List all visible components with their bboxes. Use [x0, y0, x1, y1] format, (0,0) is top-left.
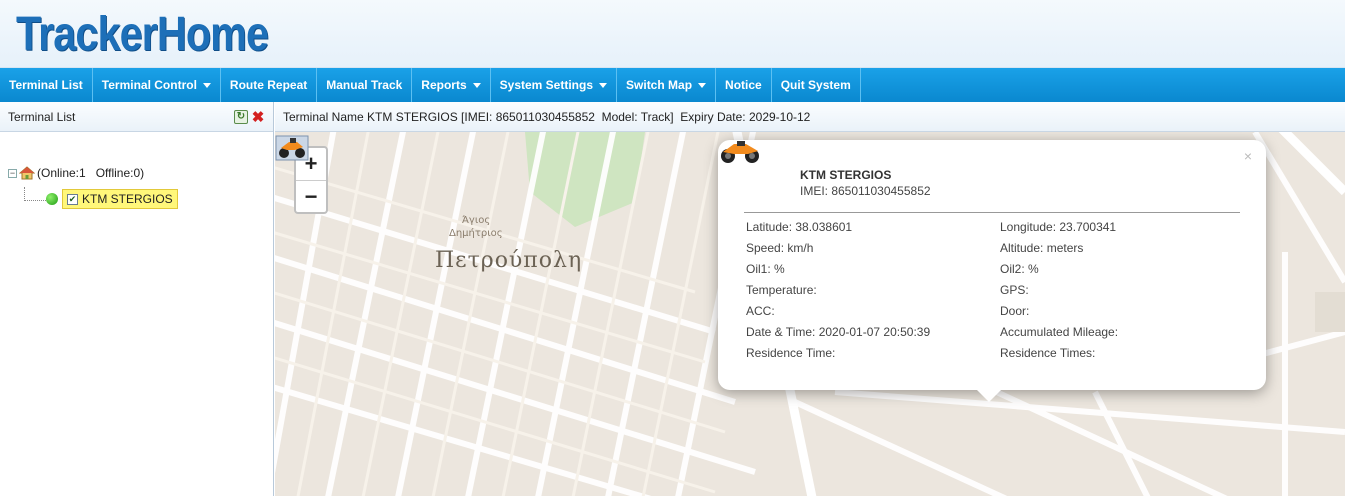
nav-quit-system[interactable]: Quit System [772, 68, 861, 102]
main-panel: Terminal Name KTM STERGIOS [IMEI: 865011… [275, 102, 1345, 496]
map-district-label: Πετρούπολη [435, 248, 583, 273]
refresh-icon[interactable]: ↻ [234, 109, 248, 124]
nav-notice[interactable]: Notice [716, 68, 772, 102]
zoom-out-button[interactable]: − [296, 180, 326, 212]
close-icon[interactable]: × [1244, 148, 1252, 164]
tree-device-row[interactable]: ✔ KTM STERGIOS [8, 187, 178, 210]
nav-manual-track[interactable]: Manual Track [317, 68, 413, 102]
nav-label: Terminal List [9, 78, 83, 92]
nav-label: System Settings [499, 78, 594, 92]
app-logo: TrackerHome [16, 8, 269, 61]
nav-system-settings[interactable]: System Settings [491, 68, 618, 102]
caret-down-icon [698, 82, 707, 88]
tree-group-label: (Online:1 Offline:0) [37, 166, 145, 180]
nav-label: Reports [421, 78, 467, 92]
nav-label: Notice [725, 78, 762, 92]
field-date-time: Date & Time: 2020-01-07 20:50:39 [746, 325, 931, 339]
map-view[interactable]: Άγιος Δημήτριος Πετρούπολη + − × KTM STE… [275, 132, 1345, 496]
nav-terminal-control[interactable]: Terminal Control [93, 68, 221, 102]
field-door: Door: [1000, 304, 1030, 318]
main-nav: Terminal List Terminal Control Route Rep… [0, 68, 1345, 102]
terminal-list-title: Terminal List [8, 109, 76, 124]
field-oil2: Oil2: % [1000, 262, 1039, 276]
field-altitude: Altitude: meters [1000, 241, 1084, 255]
nav-route-repeat[interactable]: Route Repeat [221, 68, 318, 102]
field-accumulated-mileage: Accumulated Mileage: [1000, 325, 1119, 339]
nav-switch-map[interactable]: Switch Map [617, 68, 717, 102]
terminal-list-header: Terminal List ↻ ✖ [0, 102, 273, 132]
nav-label: Terminal Control [101, 78, 197, 92]
field-speed: Speed: km/h [746, 241, 814, 255]
motorcycle-icon [721, 141, 759, 163]
terminal-tree: − (Online:1 Offline:0) ✔ KTM STERGIOS [8, 162, 178, 210]
nav-terminal-list[interactable]: Terminal List [0, 68, 93, 102]
home-icon [19, 166, 35, 180]
vehicle-info-popup: × KTM STERGIOS IMEI: 865011030455852 Lat… [718, 140, 1266, 402]
nav-label: Quit System [780, 78, 851, 92]
device-node[interactable]: ✔ KTM STERGIOS [62, 189, 178, 209]
map-place-label: Άγιος [462, 215, 491, 226]
tree-group-row[interactable]: − (Online:1 Offline:0) [8, 162, 178, 184]
terminal-info-bar: Terminal Name KTM STERGIOS [IMEI: 865011… [275, 102, 1345, 132]
popup-pointer [975, 388, 1003, 402]
terminal-info-text: Terminal Name KTM STERGIOS [IMEI: 865011… [283, 109, 811, 124]
online-status-icon [46, 193, 58, 205]
field-acc: ACC: [746, 304, 775, 318]
popup-divider [744, 212, 1240, 213]
device-checkbox[interactable]: ✔ [67, 193, 78, 205]
nav-label: Switch Map [626, 78, 693, 92]
nav-label: Manual Track [326, 78, 403, 92]
field-longitude: Longitude: 23.700341 [1000, 220, 1117, 234]
field-temperature: Temperature: [746, 283, 817, 297]
tree-connector [24, 187, 46, 201]
popup-vehicle-name: KTM STERGIOS [800, 168, 892, 182]
caret-down-icon [599, 82, 608, 88]
collapse-icon[interactable]: − [8, 168, 17, 178]
device-name: KTM STERGIOS [82, 192, 173, 206]
nav-reports[interactable]: Reports [412, 68, 491, 102]
header: TrackerHome [0, 0, 1345, 68]
caret-down-icon [202, 82, 211, 88]
popup-imei: IMEI: 865011030455852 [800, 184, 931, 198]
caret-down-icon [472, 82, 481, 88]
map-place-label: Δημήτριος [449, 228, 503, 239]
field-oil1: Oil1: % [746, 262, 785, 276]
field-residence-times: Residence Times: [1000, 346, 1096, 360]
delete-icon[interactable]: ✖ [251, 109, 265, 126]
field-residence-time: Residence Time: [746, 346, 836, 360]
vehicle-marker-icon[interactable] [275, 132, 309, 162]
field-gps: GPS: [1000, 283, 1029, 297]
field-latitude: Latitude: 38.038601 [746, 220, 853, 234]
nav-label: Route Repeat [229, 78, 308, 92]
terminal-list-panel: Terminal List ↻ ✖ − (Online:1 Offline:0)… [0, 102, 274, 496]
